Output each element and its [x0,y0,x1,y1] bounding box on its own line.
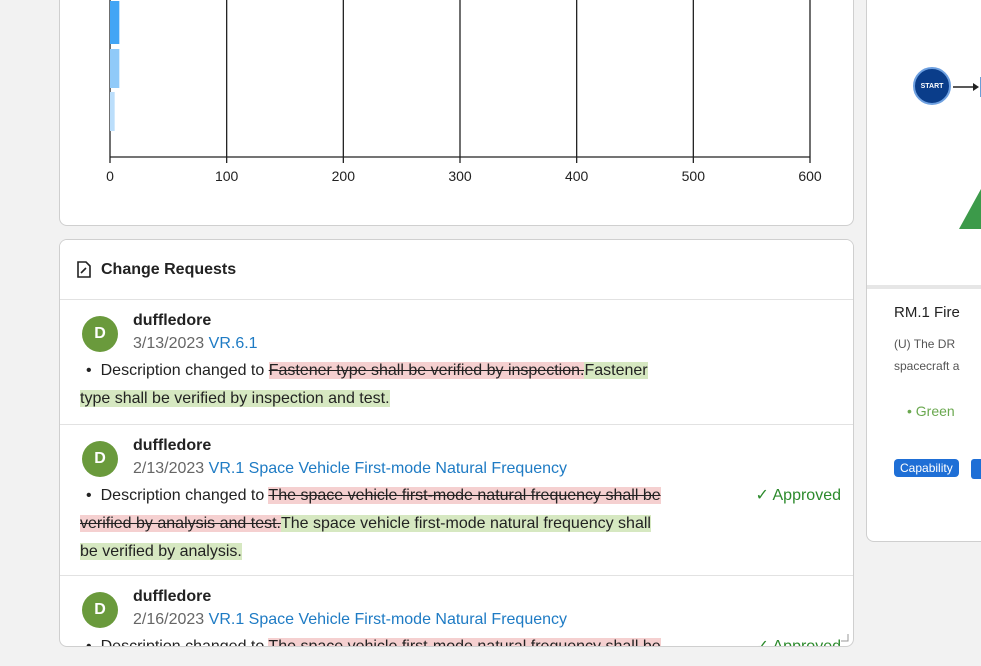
removed-text: The space vehicle first-mode natural fre… [268,638,661,646]
requirement-link[interactable]: VR.1 Space Vehicle First-mode Natural Fr… [209,460,567,477]
added-text-cont: type shall be verified by inspection and… [80,390,390,407]
triangle-node-icon [959,189,981,229]
description-prefix: Description changed to [100,362,265,379]
change-date: 2/13/2023 [133,460,205,477]
change-description: ✓ Approved • Description changed to The s… [60,633,853,647]
chart-panel: 0 100 200 300 400 500 600 [59,0,854,226]
bar-chart: 0 100 200 300 400 500 600 [106,0,822,184]
removed-text: The space vehicle first-mode natural fre… [268,487,661,504]
change-date: 2/16/2023 [133,611,205,628]
x-tick-label: 0 [106,168,114,184]
x-tick-label: 400 [565,168,589,184]
bar [110,92,115,131]
added-text: Fastener [584,362,648,379]
capability-badge[interactable]: Capability [894,459,959,477]
requirement-link[interactable]: VR.6.1 [209,335,258,352]
added-text-cont: be verified by analysis. [80,543,242,560]
bullet: • [86,362,92,379]
author-name[interactable]: duffledore [133,310,853,332]
author-name[interactable]: duffledore [133,586,853,608]
change-description: • Description changed to Fastener type sh… [60,357,853,413]
green-list-item: • Green [907,403,955,419]
removed-text-cont: verified by analysis and test. [80,515,281,532]
x-tick-label: 600 [798,168,822,184]
x-tick-label: 300 [448,168,472,184]
removed-text: Fastener type shall be verified by inspe… [268,362,585,379]
x-tick-label: 100 [215,168,239,184]
avatar: D [82,592,118,628]
requirement-title: RM.1 Fire [894,304,960,321]
change-requests-panel: Change Requests D duffledore 3/13/2023 V… [59,239,854,647]
change-meta: 2/13/2023 VR.1 Space Vehicle First-mode … [133,457,853,481]
x-tick-label: 500 [682,168,706,184]
resize-handle-icon[interactable] [841,634,849,642]
approved-status: ✓ Approved [755,487,841,504]
change-meta: 3/13/2023 VR.6.1 [133,332,853,356]
start-node[interactable]: START [913,67,951,105]
avatar: D [82,441,118,477]
change-request-item: D duffledore 2/13/2023 VR.1 Space Vehicl… [60,425,853,576]
x-tick-label: 200 [332,168,356,184]
bullet: • [86,638,92,647]
change-meta: 2/16/2023 VR.1 Space Vehicle First-mode … [133,608,853,632]
change-requests-title: Change Requests [101,260,237,278]
change-requests-header: Change Requests [60,240,853,300]
bar [110,1,120,44]
change-date: 3/13/2023 [133,335,205,352]
change-request-item: D duffledore 2/16/2023 VR.1 Space Vehicl… [60,576,853,647]
author-name[interactable]: duffledore [133,435,853,457]
flow-diagram: START [867,0,981,289]
bullet: • [86,487,92,504]
bar [110,49,120,88]
requirement-text-line1: (U) The DR [894,337,956,351]
green-item-label: Green [915,403,955,419]
requirement-detail-panel: START RM.1 Fire (U) The DR spacecraft a … [866,0,981,542]
requirement-link[interactable]: VR.1 Space Vehicle First-mode Natural Fr… [209,611,567,628]
description-prefix: Description changed to [100,638,265,647]
added-text: The space vehicle first-mode natural fre… [281,515,651,532]
change-request-item: D duffledore 3/13/2023 VR.6.1 • Descripti… [60,300,853,425]
document-edit-icon [77,261,91,278]
flow-arrow [953,77,981,97]
approved-status: ✓ Approved [755,638,841,647]
change-description: ✓ Approved • Description changed to The s… [60,482,853,566]
badge-partial[interactable] [971,459,981,479]
avatar: D [82,316,118,352]
requirement-text-line2: spacecraft a [894,359,960,373]
description-prefix: Description changed to [100,487,265,504]
